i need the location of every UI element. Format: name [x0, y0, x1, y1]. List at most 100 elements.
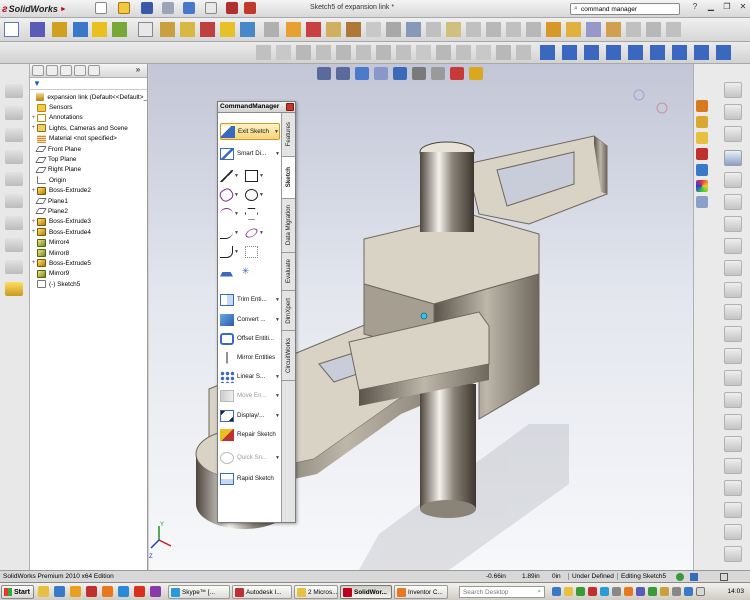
- line-icon[interactable]: [220, 169, 233, 182]
- options-icon[interactable]: [244, 2, 256, 14]
- tool-icon[interactable]: [672, 45, 687, 60]
- tree-item[interactable]: Plane2: [30, 206, 147, 216]
- select-icon[interactable]: [205, 2, 217, 14]
- close-icon[interactable]: ✕: [738, 2, 748, 11]
- tool-icon[interactable]: [724, 216, 742, 232]
- tool-icon[interactable]: [724, 172, 742, 188]
- quick-launch-icon[interactable]: [118, 586, 129, 597]
- tool-icon[interactable]: [516, 45, 531, 60]
- expand-icon[interactable]: +: [30, 219, 37, 225]
- tool-icon[interactable]: [326, 22, 341, 37]
- spell-check-icon[interactable]: [4, 22, 19, 37]
- offset-entities-button[interactable]: Offset Entiti...: [220, 330, 280, 347]
- tool-icon[interactable]: [5, 216, 23, 230]
- tool-icon[interactable]: [724, 370, 742, 386]
- view-palette-icon[interactable]: [696, 164, 708, 176]
- tool-icon[interactable]: [724, 304, 742, 320]
- tool-icon[interactable]: [406, 22, 421, 37]
- dropdown-arrow-icon[interactable]: ▼: [274, 129, 279, 135]
- more-tabs-icon[interactable]: »: [132, 65, 144, 76]
- custom-properties-icon[interactable]: [696, 196, 708, 208]
- tab-dimxpert[interactable]: DimXpert: [282, 291, 295, 331]
- dropdown-arrow-icon[interactable]: ▼: [275, 374, 280, 380]
- point-icon[interactable]: ✳: [239, 265, 252, 277]
- tool-icon[interactable]: [316, 45, 331, 60]
- tree-item[interactable]: Mirror4: [30, 237, 147, 247]
- tree-item[interactable]: (-) Sketch5: [30, 279, 147, 289]
- exit-sketch-button[interactable]: Exit Sketch ▼: [220, 123, 280, 140]
- tool-icon[interactable]: [724, 436, 742, 452]
- polygon-icon[interactable]: [244, 207, 258, 220]
- dimxpert-tab-icon[interactable]: [74, 65, 86, 76]
- tool-icon[interactable]: [446, 22, 461, 37]
- rectangle-icon[interactable]: [244, 169, 258, 182]
- text-icon[interactable]: [220, 264, 233, 277]
- tool-icon[interactable]: [296, 45, 311, 60]
- tray-icon[interactable]: [564, 587, 573, 596]
- taskbar-item-inventor[interactable]: Inventor C...: [394, 585, 448, 599]
- tab-data-migration[interactable]: Data Migration: [282, 199, 295, 253]
- dropdown-arrow-icon[interactable]: ▼: [234, 249, 239, 255]
- design-library-icon[interactable]: [696, 116, 708, 128]
- tool-icon[interactable]: [396, 45, 411, 60]
- tool-icon[interactable]: [724, 348, 742, 364]
- tool-icon[interactable]: [30, 22, 45, 37]
- tool-icon[interactable]: [356, 45, 371, 60]
- plane-icon[interactable]: [244, 245, 258, 258]
- expand-icon[interactable]: +: [30, 188, 37, 194]
- tool-icon[interactable]: [160, 22, 175, 37]
- tool-icon[interactable]: [416, 45, 431, 60]
- tray-icon[interactable]: [552, 587, 561, 596]
- dropdown-arrow-icon[interactable]: ▼: [259, 173, 264, 179]
- tray-icon[interactable]: [696, 587, 705, 596]
- tree-item[interactable]: Origin: [30, 175, 147, 185]
- tool-icon[interactable]: [256, 45, 271, 60]
- tool-icon[interactable]: [566, 22, 581, 37]
- tool-icon[interactable]: [5, 238, 23, 252]
- property-manager-tab-icon[interactable]: [46, 65, 58, 76]
- quick-snaps-button[interactable]: Quick Sn... ▼: [220, 449, 280, 466]
- tool-icon[interactable]: [540, 45, 555, 60]
- convert-entities-button[interactable]: Convert ... ▼: [220, 311, 280, 328]
- mirror-entities-button[interactable]: Mirror Entities: [220, 349, 280, 366]
- tool-icon[interactable]: [286, 22, 301, 37]
- volume-icon[interactable]: [672, 587, 681, 596]
- tool-icon[interactable]: [138, 22, 153, 37]
- tray-icon[interactable]: [612, 587, 621, 596]
- tool-icon[interactable]: [92, 22, 107, 37]
- tool-icon[interactable]: [346, 22, 361, 37]
- expand-icon[interactable]: +: [30, 229, 37, 235]
- tool-icon[interactable]: [724, 82, 742, 98]
- tool-icon[interactable]: [606, 45, 621, 60]
- dropdown-arrow-icon[interactable]: ▼: [275, 317, 280, 323]
- tool-icon[interactable]: [724, 392, 742, 408]
- tool-icon[interactable]: [5, 172, 23, 186]
- tool-icon[interactable]: [724, 458, 742, 474]
- tool-icon[interactable]: [716, 45, 731, 60]
- slot-icon[interactable]: [217, 186, 236, 203]
- tree-item[interactable]: Right Plane: [30, 165, 147, 175]
- tool-icon[interactable]: [180, 22, 195, 37]
- tree-item[interactable]: Mirror9: [30, 269, 147, 279]
- tree-item[interactable]: + Annotations: [30, 113, 147, 123]
- tree-item[interactable]: expansion link (Default<<Default>_: [30, 92, 147, 102]
- tool-icon[interactable]: [5, 128, 23, 142]
- command-manager-header[interactable]: CommandManager: [218, 102, 295, 113]
- help-icon[interactable]: [720, 573, 728, 581]
- tab-circuitworks[interactable]: CircuitWorks: [282, 331, 295, 381]
- tool-icon[interactable]: [436, 45, 451, 60]
- quick-launch-icon[interactable]: [38, 586, 49, 597]
- command-manager-panel[interactable]: CommandManager Exit Sketch ▼ Smart Di...…: [217, 101, 296, 523]
- tool-icon[interactable]: [628, 45, 643, 60]
- spline-icon[interactable]: [220, 227, 233, 239]
- arc-icon[interactable]: [220, 207, 233, 220]
- dropdown-arrow-icon[interactable]: ▼: [275, 393, 280, 399]
- tree-item[interactable]: Top Plane: [30, 154, 147, 164]
- dropdown-arrow-icon[interactable]: ▼: [234, 211, 239, 217]
- expand-icon[interactable]: +: [30, 125, 37, 131]
- dropdown-arrow-icon[interactable]: ▼: [259, 192, 264, 198]
- tool-icon[interactable]: [724, 126, 742, 142]
- feature-tree-tab-icon[interactable]: [32, 65, 44, 76]
- tool-icon[interactable]: [476, 45, 491, 60]
- tool-icon[interactable]: [650, 45, 665, 60]
